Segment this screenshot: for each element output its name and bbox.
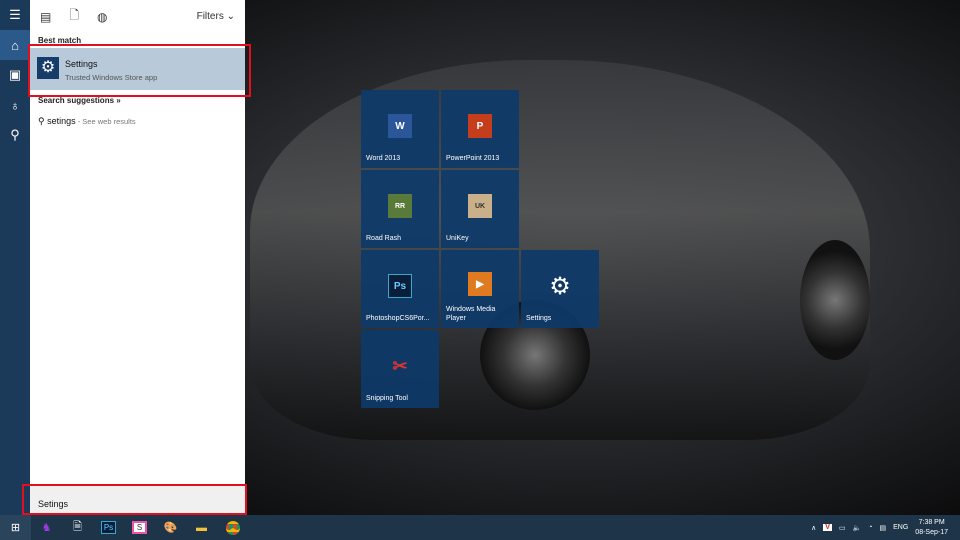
search-icon: ⚲ — [38, 116, 45, 126]
tile-photoshop[interactable]: Ps PhotoshopCS6Por... — [361, 250, 439, 328]
photoshop-taskbar-icon[interactable]: Ps — [93, 515, 124, 540]
tile-label: PowerPoint 2013 — [446, 155, 500, 162]
word-icon: W — [388, 114, 412, 138]
clock-time: 7:38 PM — [918, 518, 945, 526]
suggestion-query: setings — [47, 116, 76, 126]
taskbar: ⊞ ♞ 🗎 Ps S 🎨 ▬ ∧ V ▭ 🔈 ◔ ▤ ENG 7:38 PM 08… — [0, 515, 960, 540]
tile-word[interactable]: W Word 2013 — [361, 90, 439, 168]
tile-snipping-tool[interactable]: ✂ Snipping Tool — [361, 330, 439, 408]
filters-label: Filters — [196, 11, 224, 22]
snipping-tool-icon: ✂ — [392, 355, 408, 376]
action-center-icon[interactable]: ▤ — [880, 524, 887, 532]
volume-icon[interactable]: 🔈 — [853, 524, 862, 532]
tile-road-rash[interactable]: RR Road Rash — [361, 170, 439, 248]
tile-settings[interactable]: ⚙ Settings — [521, 250, 599, 328]
network-icon[interactable]: ◔ — [868, 524, 872, 531]
clock[interactable]: 7:38 PM 08-Sep-17 — [915, 518, 948, 538]
tile-powerpoint[interactable]: P PowerPoint 2013 — [441, 90, 519, 168]
app-purple-icon[interactable]: ♞ — [31, 515, 62, 540]
media-player-icon: ▶ — [468, 272, 492, 296]
tile-label: UniKey — [446, 235, 469, 242]
show-hidden-icons-chevron[interactable]: ∧ — [811, 524, 816, 532]
notepad-icon[interactable]: 🗎 — [62, 515, 93, 540]
tile-label: Word 2013 — [366, 155, 401, 162]
vietkey-icon[interactable]: V — [823, 524, 832, 531]
suggestion-hint: - See web results — [75, 117, 136, 126]
photoshop-label: Ps — [100, 521, 117, 534]
search-suggestions-heading[interactable]: Search suggestions » — [38, 96, 121, 105]
unikey-icon: UK — [468, 194, 492, 218]
apps-filter-icon[interactable]: ▤ — [40, 10, 51, 24]
file-explorer-icon[interactable]: ▬ — [186, 515, 217, 540]
tile-label: Snipping Tool — [366, 395, 408, 402]
home-icon[interactable]: ⌂ — [0, 30, 30, 60]
chevron-down-icon: ⌄ — [226, 11, 235, 22]
slack-label: S — [131, 521, 148, 534]
highlight-box — [22, 484, 247, 515]
language-indicator[interactable]: ENG — [893, 524, 908, 531]
tips-bulb-icon[interactable]: ♁ — [0, 90, 30, 120]
tile-unikey[interactable]: UK UniKey — [441, 170, 519, 248]
wallpaper-wheel — [800, 240, 870, 360]
powerpoint-icon: P — [468, 114, 492, 138]
paint-icon[interactable]: 🎨 — [155, 515, 186, 540]
tile-windows-media-player[interactable]: ▶ Windows Media Player — [441, 250, 519, 328]
web-filter-icon[interactable]: ◍ — [97, 10, 107, 24]
slack-icon[interactable]: S — [124, 515, 155, 540]
start-windows-icon[interactable]: ⊞ — [0, 515, 31, 540]
battery-icon[interactable]: ▭ — [839, 524, 846, 532]
photoshop-icon: Ps — [388, 274, 412, 298]
notebook-icon[interactable]: ▣ — [0, 60, 30, 90]
hamburger-menu-icon[interactable]: ☰ — [0, 0, 30, 30]
road-rash-icon: RR — [388, 194, 412, 218]
documents-filter-icon[interactable]: 🗋 — [69, 6, 79, 27]
tile-label: Windows Media Player — [446, 306, 496, 322]
settings-gear-icon: ⚙ — [549, 272, 571, 300]
web-suggestion[interactable]: ⚲ setings - See web results — [38, 116, 136, 127]
start-rail: ☰ ⌂ ▣ ♁ ⚲ — [0, 0, 30, 515]
tile-label: PhotoshopCS6Por... — [366, 315, 430, 322]
filters-dropdown[interactable]: Filters ⌄ — [197, 11, 235, 22]
tile-label: Settings — [526, 315, 552, 322]
chrome-icon[interactable] — [217, 515, 248, 540]
clock-date: 08-Sep-17 — [915, 528, 948, 536]
tile-label: Road Rash — [366, 235, 402, 242]
highlight-box — [28, 44, 251, 97]
feedback-icon[interactable]: ⚲ — [0, 120, 30, 150]
